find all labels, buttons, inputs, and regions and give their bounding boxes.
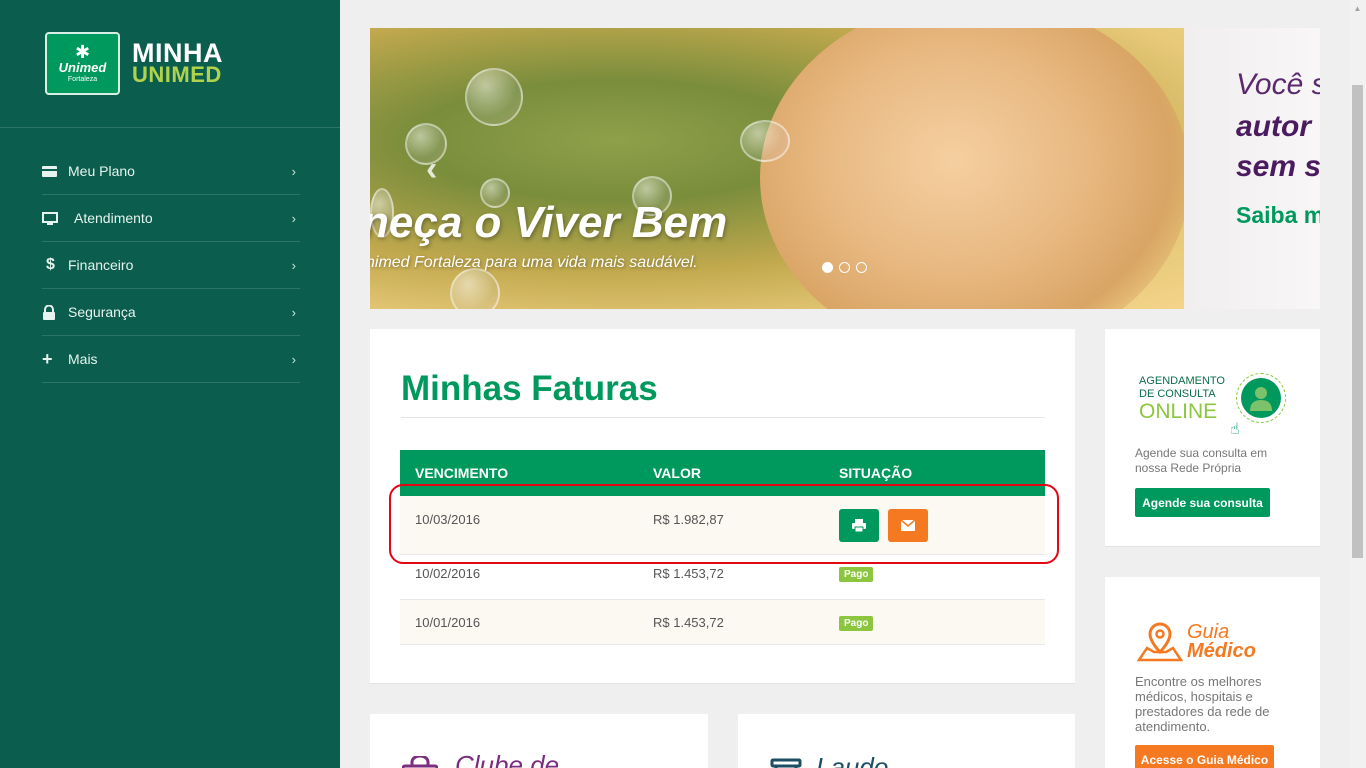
invoice-due-date: 10/02/2016 <box>415 566 481 581</box>
invoices-table: VENCIMENTO VALOR SITUAÇÃO 10/03/2016 R$ … <box>400 450 1045 645</box>
banner-slide-viver-bem[interactable]: neça o Viver Bem nimed Fortaleza para um… <box>370 28 1190 309</box>
column-header-status: SITUAÇÃO <box>839 465 913 481</box>
table-row: 10/01/2016 R$ 1.453,72 Pago <box>400 600 1045 645</box>
unimed-logo-icon: ✱ Unimed Fortaleza <box>45 32 120 95</box>
scrollbar-thumb[interactable] <box>1352 85 1363 558</box>
laudo-title: Laudo <box>816 752 889 768</box>
invoice-due-date: 10/03/2016 <box>415 512 481 527</box>
brand-title-line1: MINHA <box>132 37 223 68</box>
document-icon <box>770 758 802 768</box>
chevron-right-icon: › <box>291 304 296 320</box>
appointment-logo-line3: ONLINE <box>1139 400 1218 423</box>
table-header: VENCIMENTO VALOR SITUAÇÃO <box>400 450 1045 496</box>
banner-slide2-line2: autor <box>1236 110 1311 143</box>
laudo-card[interactable]: Laudo <box>738 714 1075 768</box>
sidebar-item-label: Meu Plano <box>68 163 135 179</box>
chevron-right-icon: › <box>291 257 296 273</box>
banner-slide-next[interactable]: Você s autor sem s Saiba m <box>1184 28 1320 309</box>
carousel-dots <box>822 262 867 273</box>
appointment-description: Agende sua consulta em nossa Rede Própri… <box>1135 446 1268 475</box>
chevron-right-icon: › <box>291 163 296 179</box>
sidebar-item-seguranca[interactable]: Segurança › <box>42 289 300 336</box>
medical-guide-button[interactable]: Acesse o Guia Médico <box>1135 745 1274 768</box>
logo-name: Unimed <box>58 60 107 75</box>
unimed-logo-glyph: ✱ <box>74 42 91 62</box>
invoice-due-date: 10/01/2016 <box>415 615 481 630</box>
banner-slide2-line1: Você s <box>1236 68 1320 101</box>
sidebar-item-atendimento[interactable]: Atendimento › <box>42 195 300 242</box>
brand-title-line2: UNIMED <box>132 61 222 87</box>
sidebar-item-label: Financeiro <box>68 257 134 273</box>
invoice-value: R$ 1.453,72 <box>653 615 724 630</box>
bubble-decoration <box>740 120 790 162</box>
status-badge: Pago <box>839 616 874 631</box>
brand-logo[interactable]: ✱ Unimed Fortaleza MINHA UNIMED <box>45 32 223 95</box>
sidebar-item-label: Mais <box>68 351 98 367</box>
lock-icon <box>42 304 64 320</box>
carousel-dot[interactable] <box>839 262 850 273</box>
invoice-value: R$ 1.453,72 <box>653 566 724 581</box>
brand-title: MINHA UNIMED <box>132 37 223 87</box>
sidebar-divider <box>0 127 340 128</box>
doctor-icon <box>1236 373 1286 423</box>
scroll-up-arrow-icon[interactable]: ▲ <box>1349 0 1366 17</box>
chevron-right-icon: › <box>291 351 296 367</box>
map-pin-icon <box>1136 622 1184 667</box>
printer-icon <box>852 519 866 532</box>
carousel-dot[interactable] <box>822 262 833 273</box>
sidebar-item-mais[interactable]: + Mais › <box>42 336 300 383</box>
status-badge: Pago <box>839 567 874 582</box>
banner-slide2-line3: sem s <box>1236 150 1320 183</box>
sidebar-nav: Meu Plano › Atendimento › $ Financeiro ›… <box>42 148 300 383</box>
envelope-icon <box>901 520 915 531</box>
sidebar-item-financeiro[interactable]: $ Financeiro › <box>42 242 300 289</box>
guide-title-line2: Médico <box>1187 640 1256 662</box>
guide-description: Encontre os melhores médicos, hospitais … <box>1135 674 1270 734</box>
banner-carousel[interactable]: neça o Viver Bem nimed Fortaleza para um… <box>370 28 1320 309</box>
hand-pointer-icon: ☝ <box>1230 421 1240 438</box>
plus-icon: + <box>42 348 53 369</box>
medical-guide-card: Guia Médico Encontre os melhores médicos… <box>1105 577 1320 768</box>
shopping-bag-icon <box>401 754 439 768</box>
sidebar-item-label: Segurança <box>68 304 136 320</box>
scrollbar[interactable]: ▲ <box>1349 0 1366 768</box>
club-title: Clube de <box>455 750 560 768</box>
bubble-decoration <box>465 68 523 126</box>
email-button[interactable] <box>888 509 928 542</box>
banner-slide-title: neça o Viver Bem <box>370 198 728 247</box>
sidebar: ✱ Unimed Fortaleza MINHA UNIMED Meu Plan… <box>0 0 340 768</box>
column-header-due: VENCIMENTO <box>415 465 509 481</box>
print-button[interactable] <box>839 509 879 542</box>
sidebar-item-label: Atendimento <box>74 210 153 226</box>
carousel-prev-chevron-icon[interactable]: ‹ <box>426 150 437 189</box>
divider <box>401 417 1045 418</box>
carousel-dot[interactable] <box>856 262 867 273</box>
bubble-decoration <box>450 268 500 309</box>
invoices-card: Minhas Faturas VENCIMENTO VALOR SITUAÇÃO… <box>370 329 1075 684</box>
appointment-logo: AGENDAMENTO DE CONSULTA ONLINE <box>1139 375 1239 423</box>
banner-slide-subtitle: nimed Fortaleza para uma vida mais saudá… <box>370 254 698 271</box>
appointment-logo-line1: AGENDAMENTO <box>1139 375 1225 387</box>
table-row: 10/02/2016 R$ 1.453,72 Pago <box>400 555 1045 600</box>
invoices-title: Minhas Faturas <box>401 369 658 408</box>
sidebar-item-meu-plano[interactable]: Meu Plano › <box>42 148 300 195</box>
schedule-appointment-button[interactable]: Agende sua consulta <box>1135 488 1270 517</box>
dollar-icon: $ <box>46 256 55 273</box>
banner-slide2-link[interactable]: Saiba m <box>1236 202 1320 229</box>
club-card[interactable]: Clube de <box>370 714 708 768</box>
appointment-card: AGENDAMENTO DE CONSULTA ONLINE ☝ Agende … <box>1105 329 1320 547</box>
logo-city: Fortaleza <box>67 76 98 83</box>
credit-card-icon <box>42 165 64 177</box>
column-header-value: VALOR <box>653 465 701 481</box>
chevron-right-icon: › <box>291 210 296 226</box>
monitor-icon <box>42 211 64 225</box>
invoice-value: R$ 1.982,87 <box>653 512 724 527</box>
table-row: 10/03/2016 R$ 1.982,87 <box>400 496 1045 555</box>
